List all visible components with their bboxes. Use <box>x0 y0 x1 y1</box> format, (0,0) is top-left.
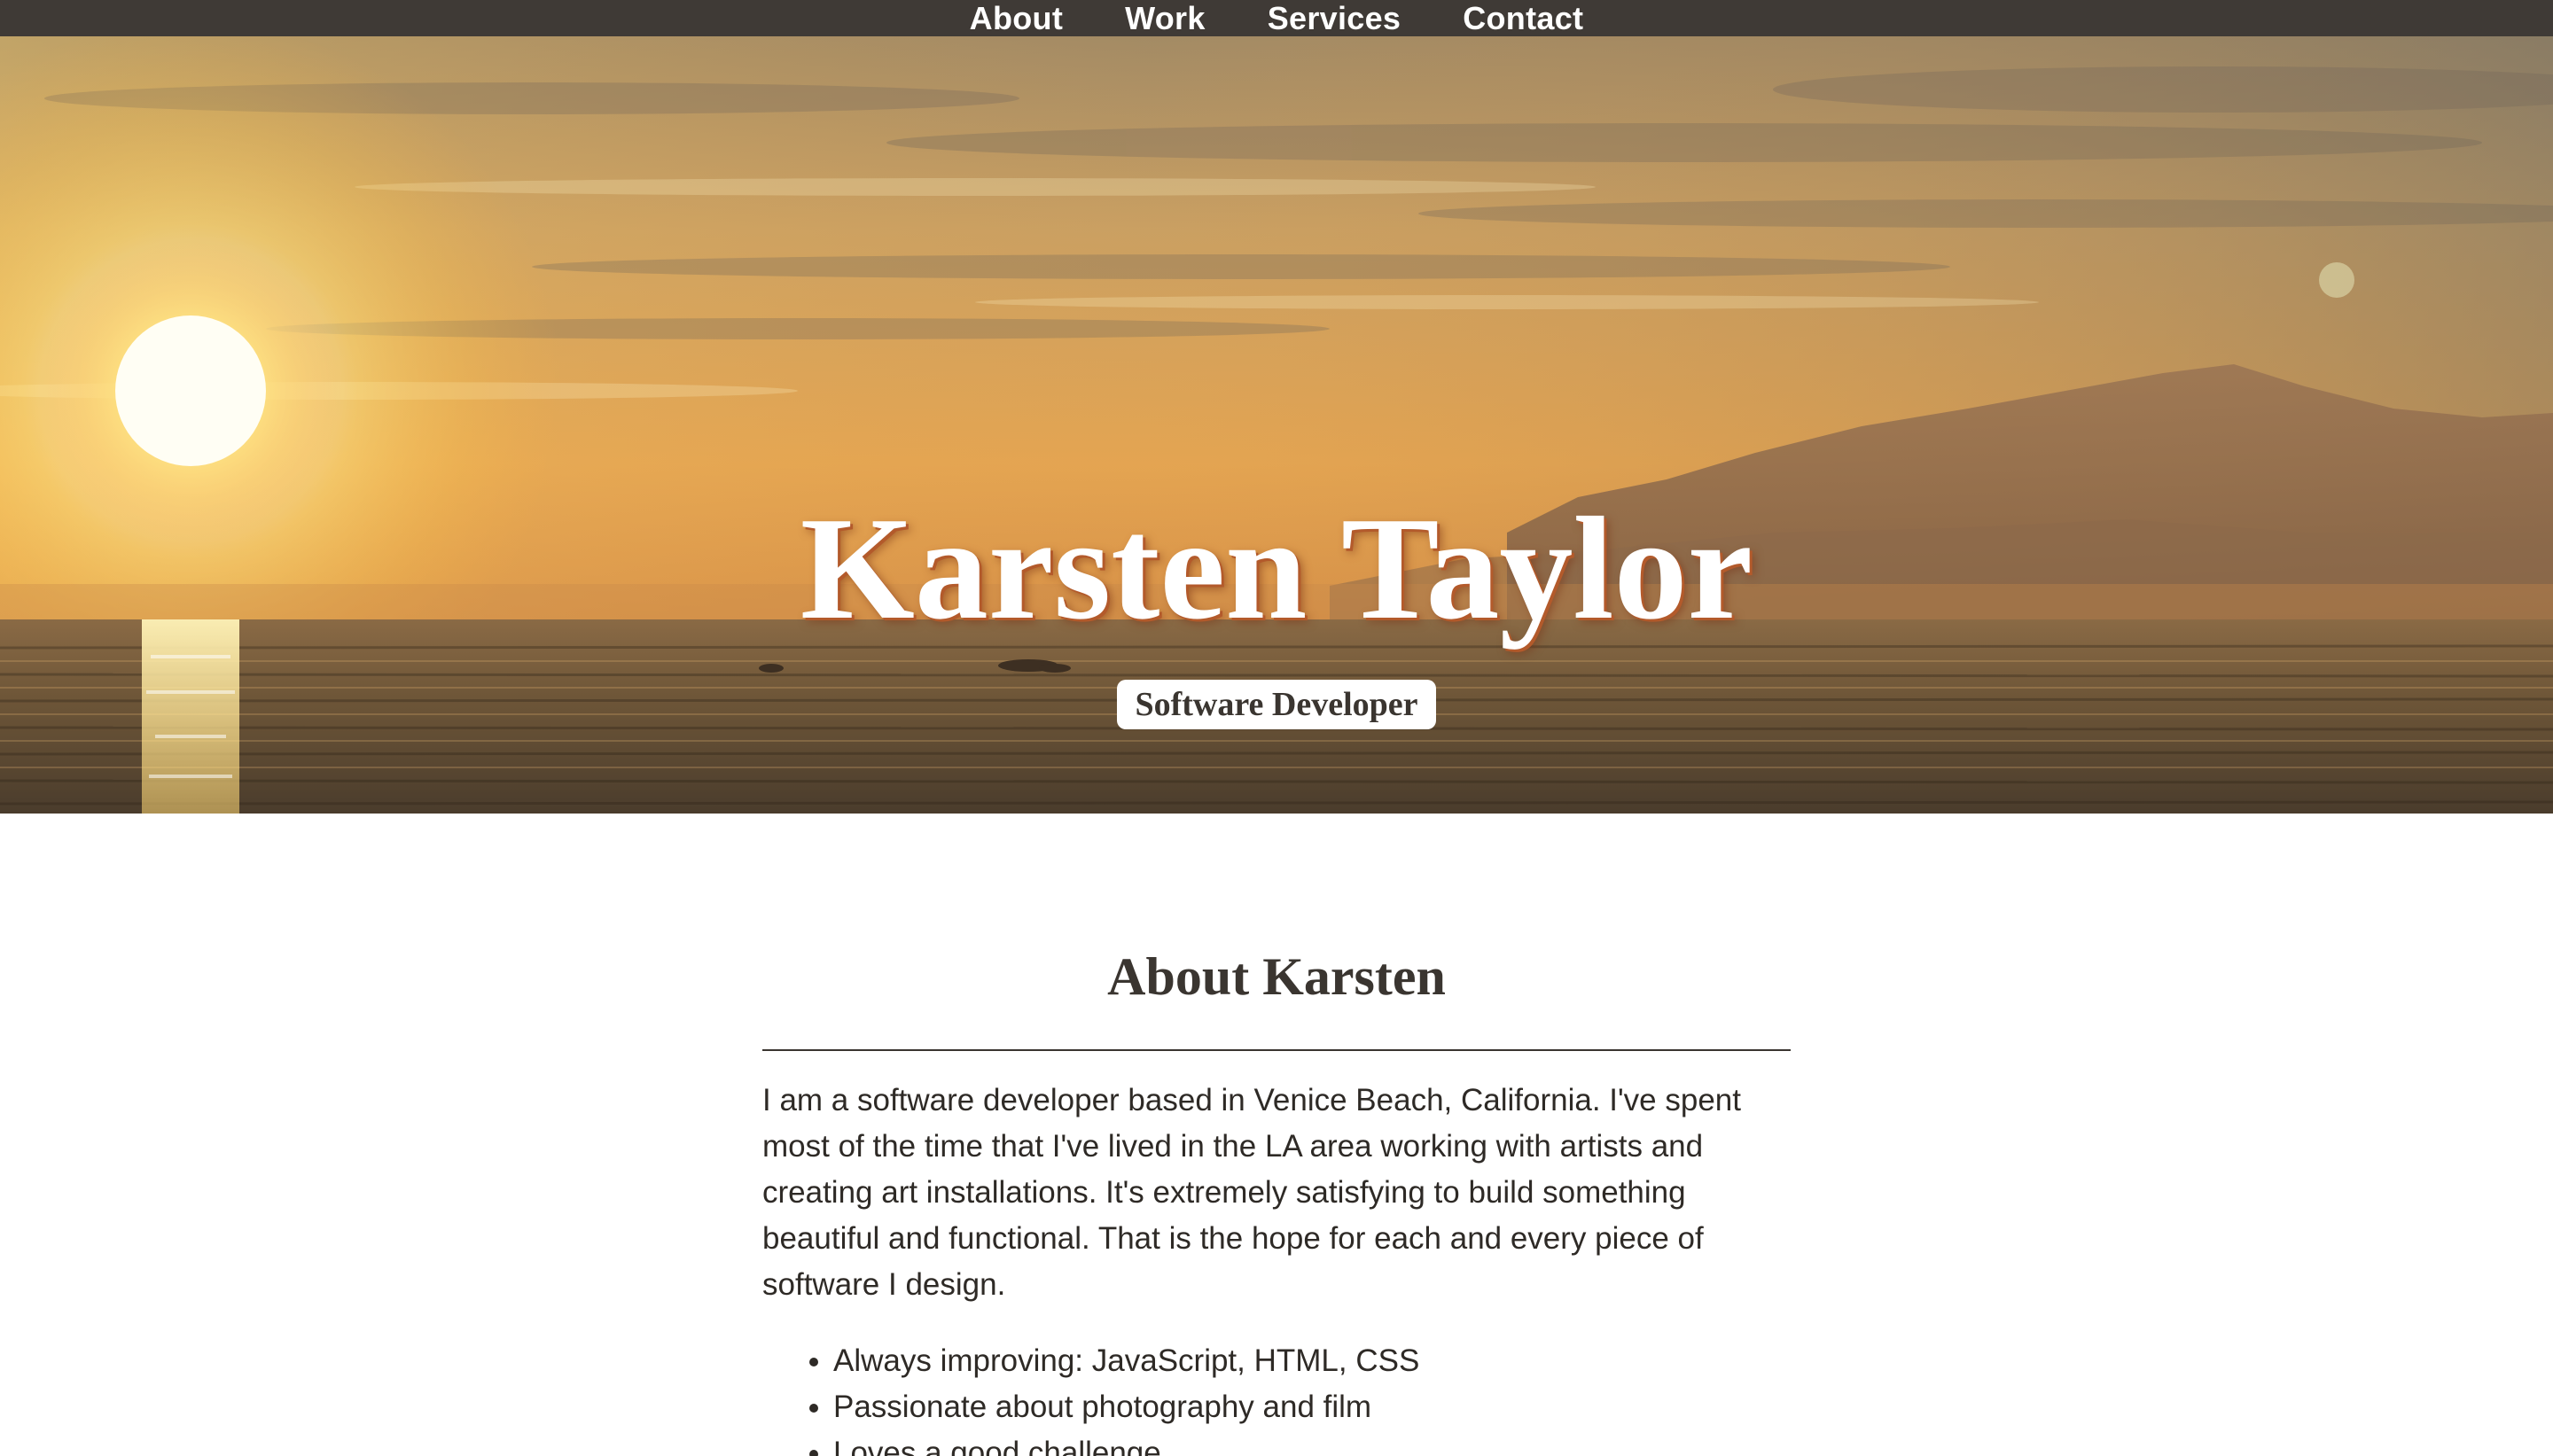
nav-item-contact: Contact <box>1463 0 1583 36</box>
hero-name-title: Karsten Taylor <box>800 487 1753 650</box>
about-section: About Karsten I am a software developer … <box>762 930 1791 1456</box>
about-paragraph: I am a software developer based in Venic… <box>762 1083 1741 1302</box>
nav-item-work: Work <box>1125 0 1206 36</box>
nav-item-about: About <box>970 0 1063 36</box>
list-item: Passionate about photography and film <box>833 1384 1791 1430</box>
nav-link-services[interactable]: Services <box>1268 0 1401 36</box>
about-bullet-list: Always improving: JavaScript, HTML, CSS … <box>762 1338 1791 1456</box>
top-nav: About Work Services Contact <box>0 0 2553 36</box>
hero-role-wrapper: Software Developer <box>0 680 2553 729</box>
nav-link-about[interactable]: About <box>970 0 1063 36</box>
hero-banner: Karsten Taylor Software Developer <box>0 36 2553 814</box>
nav-list: About Work Services Contact <box>970 0 1584 36</box>
section-divider <box>762 1049 1791 1051</box>
nav-link-work[interactable]: Work <box>1125 0 1206 36</box>
about-heading: About Karsten <box>1107 947 1446 1006</box>
list-item: Always improving: JavaScript, HTML, CSS <box>833 1338 1791 1384</box>
list-item: Loves a good challenge <box>833 1430 1791 1456</box>
nav-item-services: Services <box>1268 0 1401 36</box>
role-badge: Software Developer <box>1117 680 1436 729</box>
nav-link-contact[interactable]: Contact <box>1463 0 1583 36</box>
